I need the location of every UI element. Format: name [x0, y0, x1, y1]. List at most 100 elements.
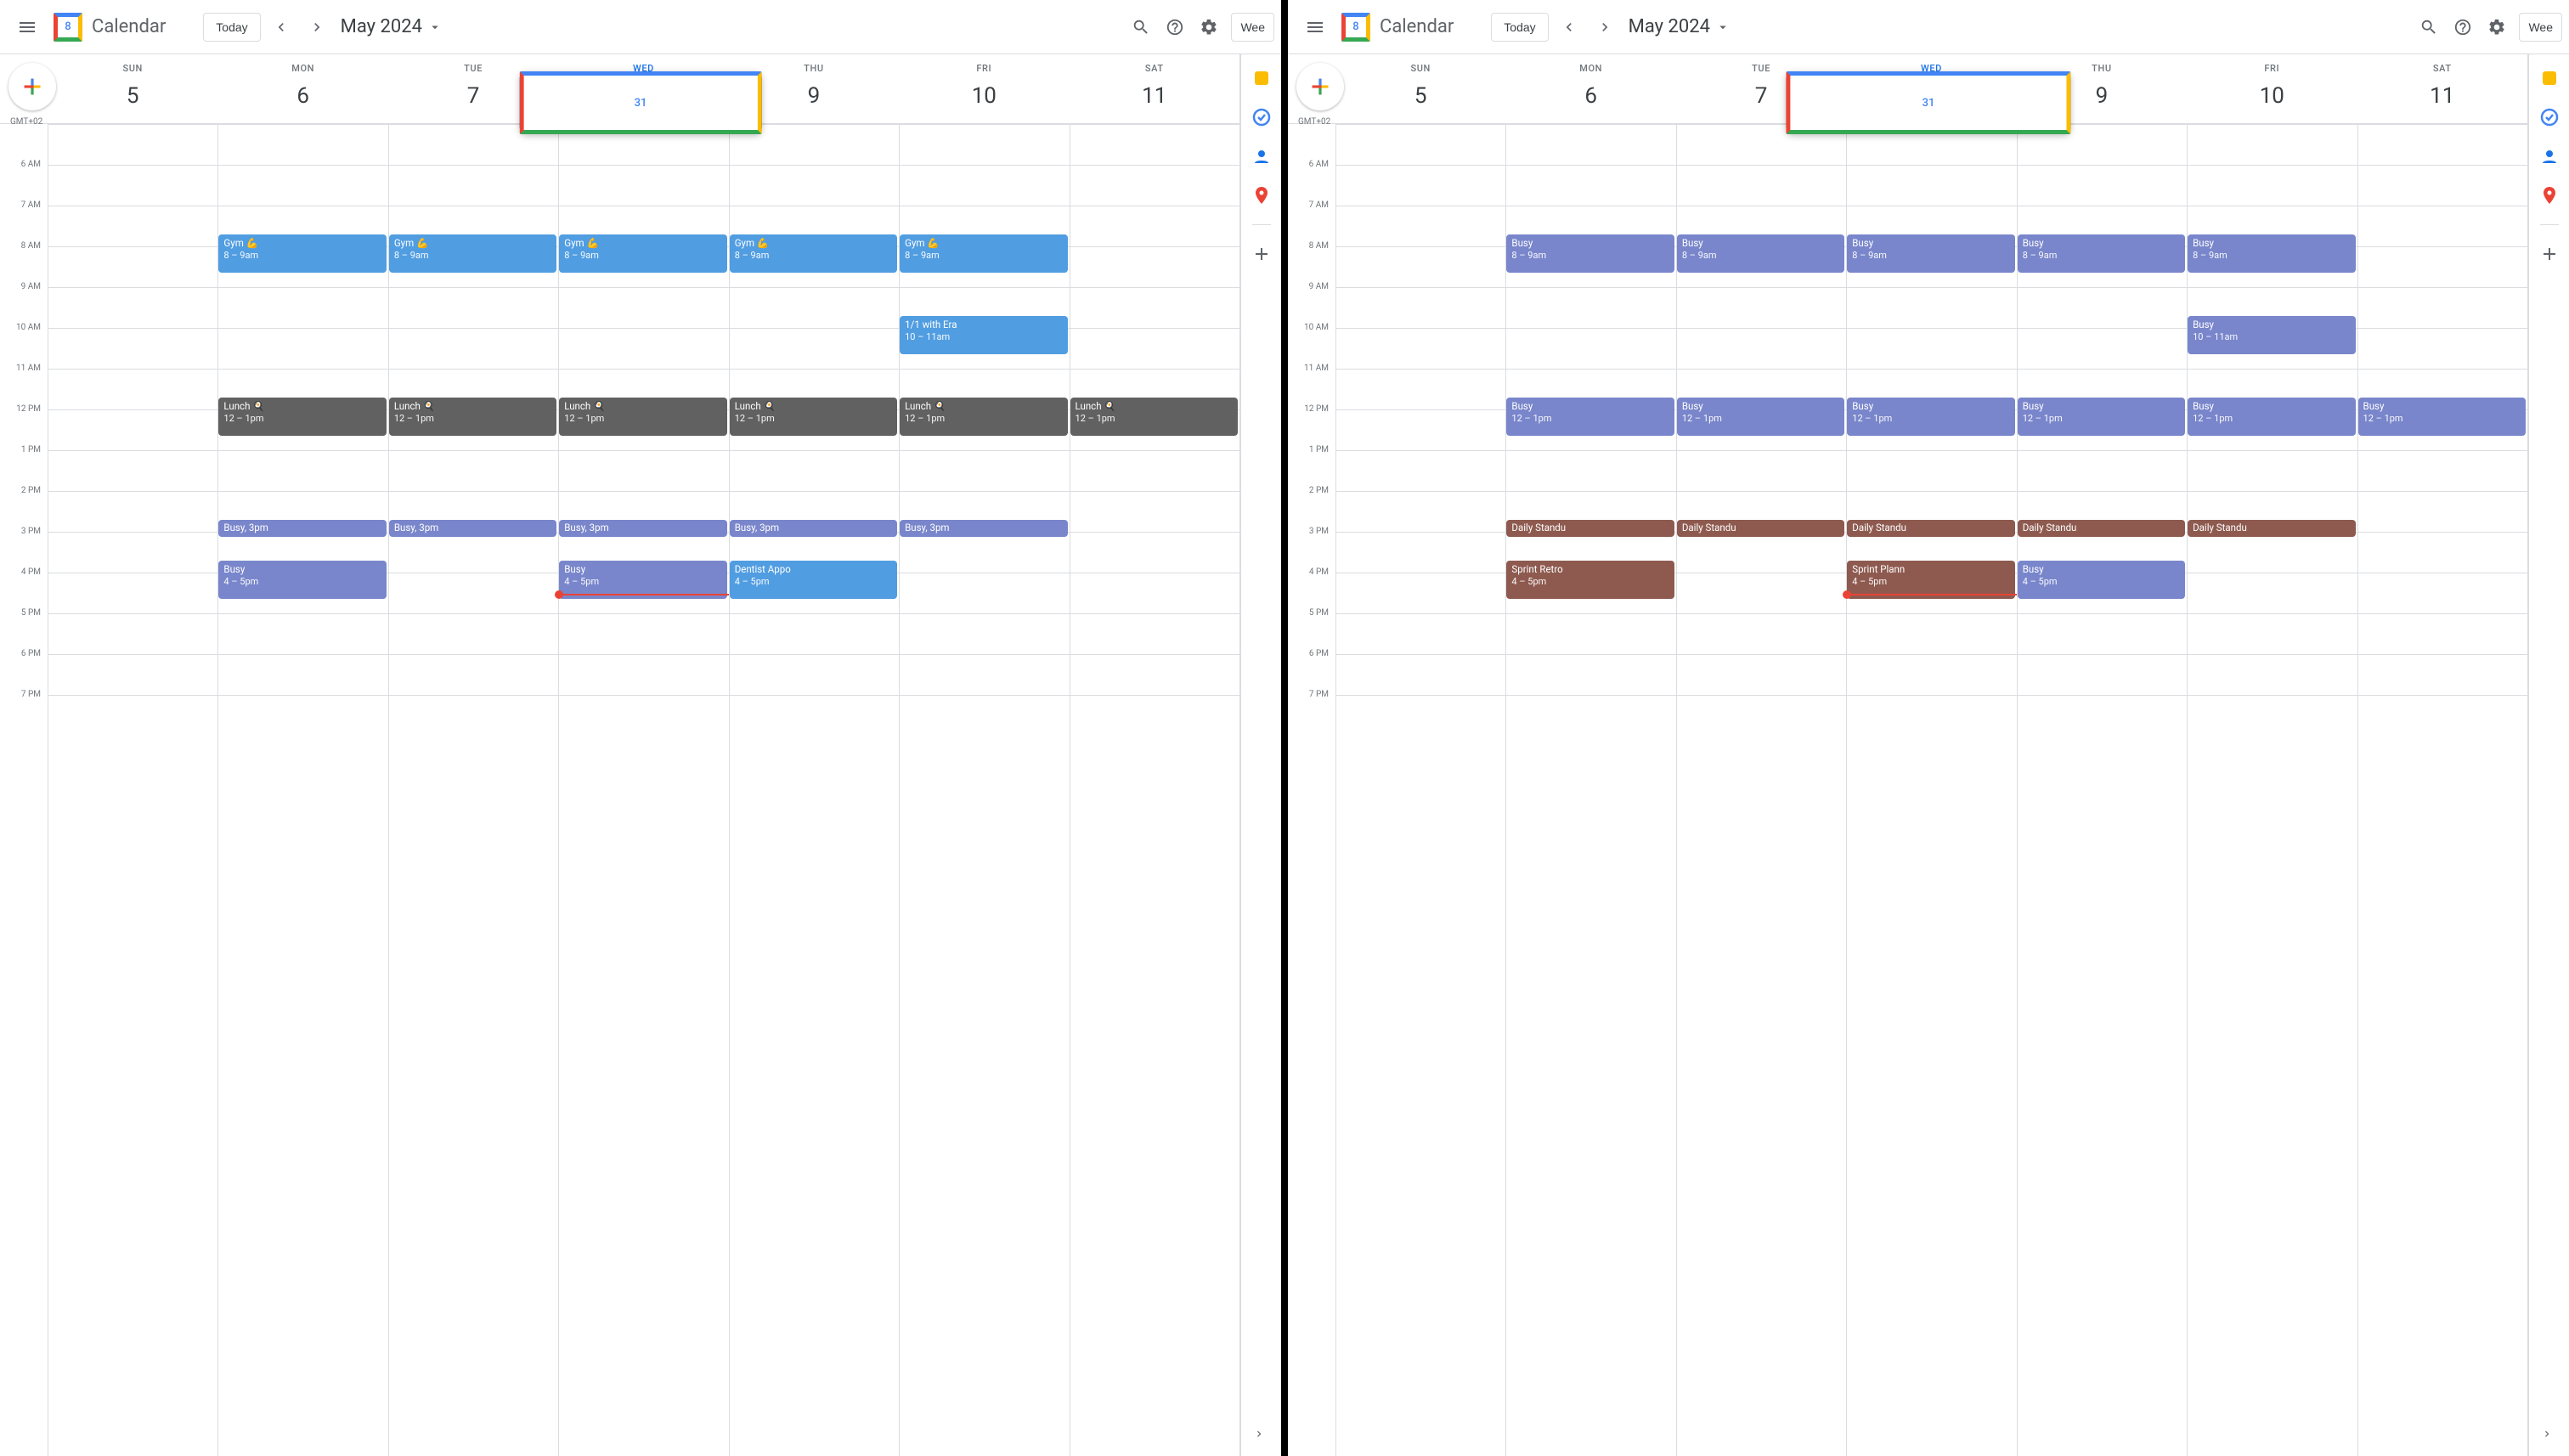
period-selector[interactable]: May 2024	[1629, 16, 1731, 37]
day-column-sat[interactable]: Lunch 🍳 12 – 1pm	[1070, 124, 1240, 1456]
day-header-mon[interactable]: MON 6	[217, 54, 387, 123]
calendar-event[interactable]: Busy 12 – 1pm	[1677, 398, 1844, 436]
day-header-sun[interactable]: SUN 5	[48, 54, 217, 123]
calendar-event[interactable]: Lunch 🍳 12 – 1pm	[559, 398, 726, 436]
next-week-button[interactable]	[1589, 12, 1620, 42]
day-column-sat[interactable]: Busy 12 – 1pm	[2357, 124, 2528, 1456]
calendar-event[interactable]: Busy 8 – 9am	[2018, 234, 2185, 273]
day-column-mon[interactable]: Busy 8 – 9am Busy 12 – 1pm Daily Standu …	[1505, 124, 1675, 1456]
calendar-event[interactable]: Sprint Retro 4 – 5pm	[1506, 561, 1674, 599]
calendar-event[interactable]: Gym 💪 8 – 9am	[900, 234, 1067, 273]
calendar-event[interactable]: Busy 12 – 1pm	[2358, 398, 2526, 436]
calendar-event[interactable]: Busy 4 – 5pm	[218, 561, 386, 599]
side-app-maps-icon[interactable]	[2539, 185, 2560, 206]
period-selector[interactable]: May 2024	[341, 16, 443, 37]
day-header-sat[interactable]: SAT 11	[1070, 54, 1240, 123]
view-selector[interactable]: Wee	[1231, 13, 1274, 42]
calendar-event[interactable]: Lunch 🍳 12 – 1pm	[1070, 398, 1238, 436]
add-addon-icon[interactable]	[1251, 244, 1272, 264]
split-divider[interactable]	[1281, 0, 1288, 1456]
day-column-fri[interactable]: Busy 8 – 9am Busy 10 – 11am Busy 12 – 1p…	[2187, 124, 2357, 1456]
create-event-button[interactable]	[1296, 63, 1344, 110]
day-header-sun[interactable]: SUN 5	[1335, 54, 1505, 123]
day-header-fri[interactable]: FRI 10	[899, 54, 1069, 123]
side-app-maps-icon[interactable]	[1251, 185, 1272, 206]
calendar-event[interactable]: Busy 12 – 1pm	[1506, 398, 1674, 436]
search-icon[interactable]	[2412, 10, 2446, 44]
day-header-fri[interactable]: FRI 10	[2187, 54, 2357, 123]
calendar-event[interactable]: Daily Standu	[2188, 520, 2355, 537]
day-column-tue[interactable]: Busy 8 – 9am Busy 12 – 1pm Daily Standu	[1676, 124, 1846, 1456]
day-header-mon[interactable]: MON 6	[1505, 54, 1675, 123]
day-header-sat[interactable]: SAT 11	[2357, 54, 2528, 123]
calendar-event[interactable]: Busy, 3pm	[218, 520, 386, 537]
help-icon[interactable]	[2446, 10, 2480, 44]
calendar-event[interactable]: Busy 12 – 1pm	[1847, 398, 2014, 436]
day-column-thu[interactable]: Busy 8 – 9am Busy 12 – 1pm Daily Standu …	[2017, 124, 2187, 1456]
calendar-event[interactable]: Gym 💪 8 – 9am	[218, 234, 386, 273]
calendar-event[interactable]: Lunch 🍳 12 – 1pm	[389, 398, 556, 436]
calendar-event[interactable]: Busy 8 – 9am	[1506, 234, 1674, 273]
time-grid[interactable]: 6 AM7 AM8 AM9 AM10 AM11 AM12 PM1 PM2 PM3…	[0, 124, 1240, 1456]
settings-icon[interactable]	[1192, 10, 1226, 44]
calendar-event[interactable]: Gym 💪 8 – 9am	[559, 234, 726, 273]
calendar-event[interactable]: Lunch 🍳 12 – 1pm	[900, 398, 1067, 436]
menu-icon[interactable]	[1295, 7, 1335, 48]
help-icon[interactable]	[1158, 10, 1192, 44]
side-app-contacts-icon[interactable]	[2539, 146, 2560, 166]
calendar-event[interactable]: Sprint Plann 4 – 5pm	[1847, 561, 2014, 599]
expand-side-panel-icon[interactable]	[1247, 1422, 1271, 1446]
calendar-event[interactable]: Daily Standu	[1847, 520, 2014, 537]
calendar-event[interactable]: Daily Standu	[1506, 520, 1674, 537]
hour-label: 12 PM	[0, 404, 48, 445]
day-column-mon[interactable]: Gym 💪 8 – 9am Lunch 🍳 12 – 1pm Busy, 3pm…	[217, 124, 387, 1456]
side-app-tasks-icon[interactable]	[1251, 107, 1272, 127]
calendar-event[interactable]: Busy 10 – 11am	[2188, 316, 2355, 354]
calendar-event[interactable]: Busy, 3pm	[900, 520, 1067, 537]
menu-icon[interactable]	[7, 7, 48, 48]
settings-icon[interactable]	[2480, 10, 2514, 44]
today-button[interactable]: Today	[203, 13, 260, 42]
calendar-event[interactable]: Dentist Appo 4 – 5pm	[730, 561, 897, 599]
prev-week-button[interactable]	[1554, 12, 1584, 42]
day-column-tue[interactable]: Gym 💪 8 – 9am Lunch 🍳 12 – 1pm Busy, 3pm	[388, 124, 558, 1456]
time-grid[interactable]: 6 AM7 AM8 AM9 AM10 AM11 AM12 PM1 PM2 PM3…	[1288, 124, 2528, 1456]
today-button[interactable]: Today	[1491, 13, 1548, 42]
calendar-event[interactable]: Lunch 🍳 12 – 1pm	[730, 398, 897, 436]
next-week-button[interactable]	[302, 12, 332, 42]
calendar-event[interactable]: Busy, 3pm	[559, 520, 726, 537]
expand-side-panel-icon[interactable]	[2535, 1422, 2559, 1446]
add-addon-icon[interactable]	[2539, 244, 2560, 264]
create-event-button[interactable]	[8, 63, 56, 110]
side-app-tasks-icon[interactable]	[2539, 107, 2560, 127]
right-calendar-panel: 8 Calendar Today May 2024 Wee GMT+02 SUN…	[1288, 0, 2569, 1456]
calendar-event[interactable]: Lunch 🍳 12 – 1pm	[218, 398, 386, 436]
calendar-event[interactable]: Busy 8 – 9am	[2188, 234, 2355, 273]
day-column-wed[interactable]: Gym 💪 8 – 9am Lunch 🍳 12 – 1pm Busy, 3pm…	[558, 124, 728, 1456]
side-app-keep-icon[interactable]	[2539, 68, 2560, 88]
day-column-sun[interactable]	[1335, 124, 1505, 1456]
calendar-event[interactable]: Busy 4 – 5pm	[559, 561, 726, 599]
side-app-keep-icon[interactable]	[1251, 68, 1272, 88]
side-app-contacts-icon[interactable]	[1251, 146, 1272, 166]
day-column-fri[interactable]: Gym 💪 8 – 9am 1/1 with Era 10 – 11am Lun…	[899, 124, 1069, 1456]
day-column-sun[interactable]	[48, 124, 217, 1456]
view-selector[interactable]: Wee	[2519, 13, 2562, 42]
calendar-event[interactable]: Busy 8 – 9am	[1847, 234, 2014, 273]
prev-week-button[interactable]	[266, 12, 296, 42]
search-icon[interactable]	[1124, 10, 1158, 44]
calendar-event[interactable]: Busy 12 – 1pm	[2188, 398, 2355, 436]
day-column-wed[interactable]: Busy 8 – 9am Busy 12 – 1pm Daily Standu …	[1846, 124, 2016, 1456]
calendar-event[interactable]: 1/1 with Era 10 – 11am	[900, 316, 1067, 354]
calendar-event[interactable]: Busy 12 – 1pm	[2018, 398, 2185, 436]
calendar-event[interactable]: Daily Standu	[1677, 520, 1844, 537]
calendar-event[interactable]: Daily Standu	[2018, 520, 2185, 537]
day-column-thu[interactable]: Gym 💪 8 – 9am Lunch 🍳 12 – 1pm Busy, 3pm…	[729, 124, 899, 1456]
calendar-event[interactable]: Busy, 3pm	[730, 520, 897, 537]
calendar-event[interactable]: Gym 💪 8 – 9am	[730, 234, 897, 273]
calendar-event[interactable]: Busy 8 – 9am	[1677, 234, 1844, 273]
calendar-event[interactable]: Busy 4 – 5pm	[2018, 561, 2185, 599]
calendar-event[interactable]: Gym 💪 8 – 9am	[389, 234, 556, 273]
calendar-event[interactable]: Busy, 3pm	[389, 520, 556, 537]
event-time: 12 – 1pm	[905, 413, 1062, 425]
